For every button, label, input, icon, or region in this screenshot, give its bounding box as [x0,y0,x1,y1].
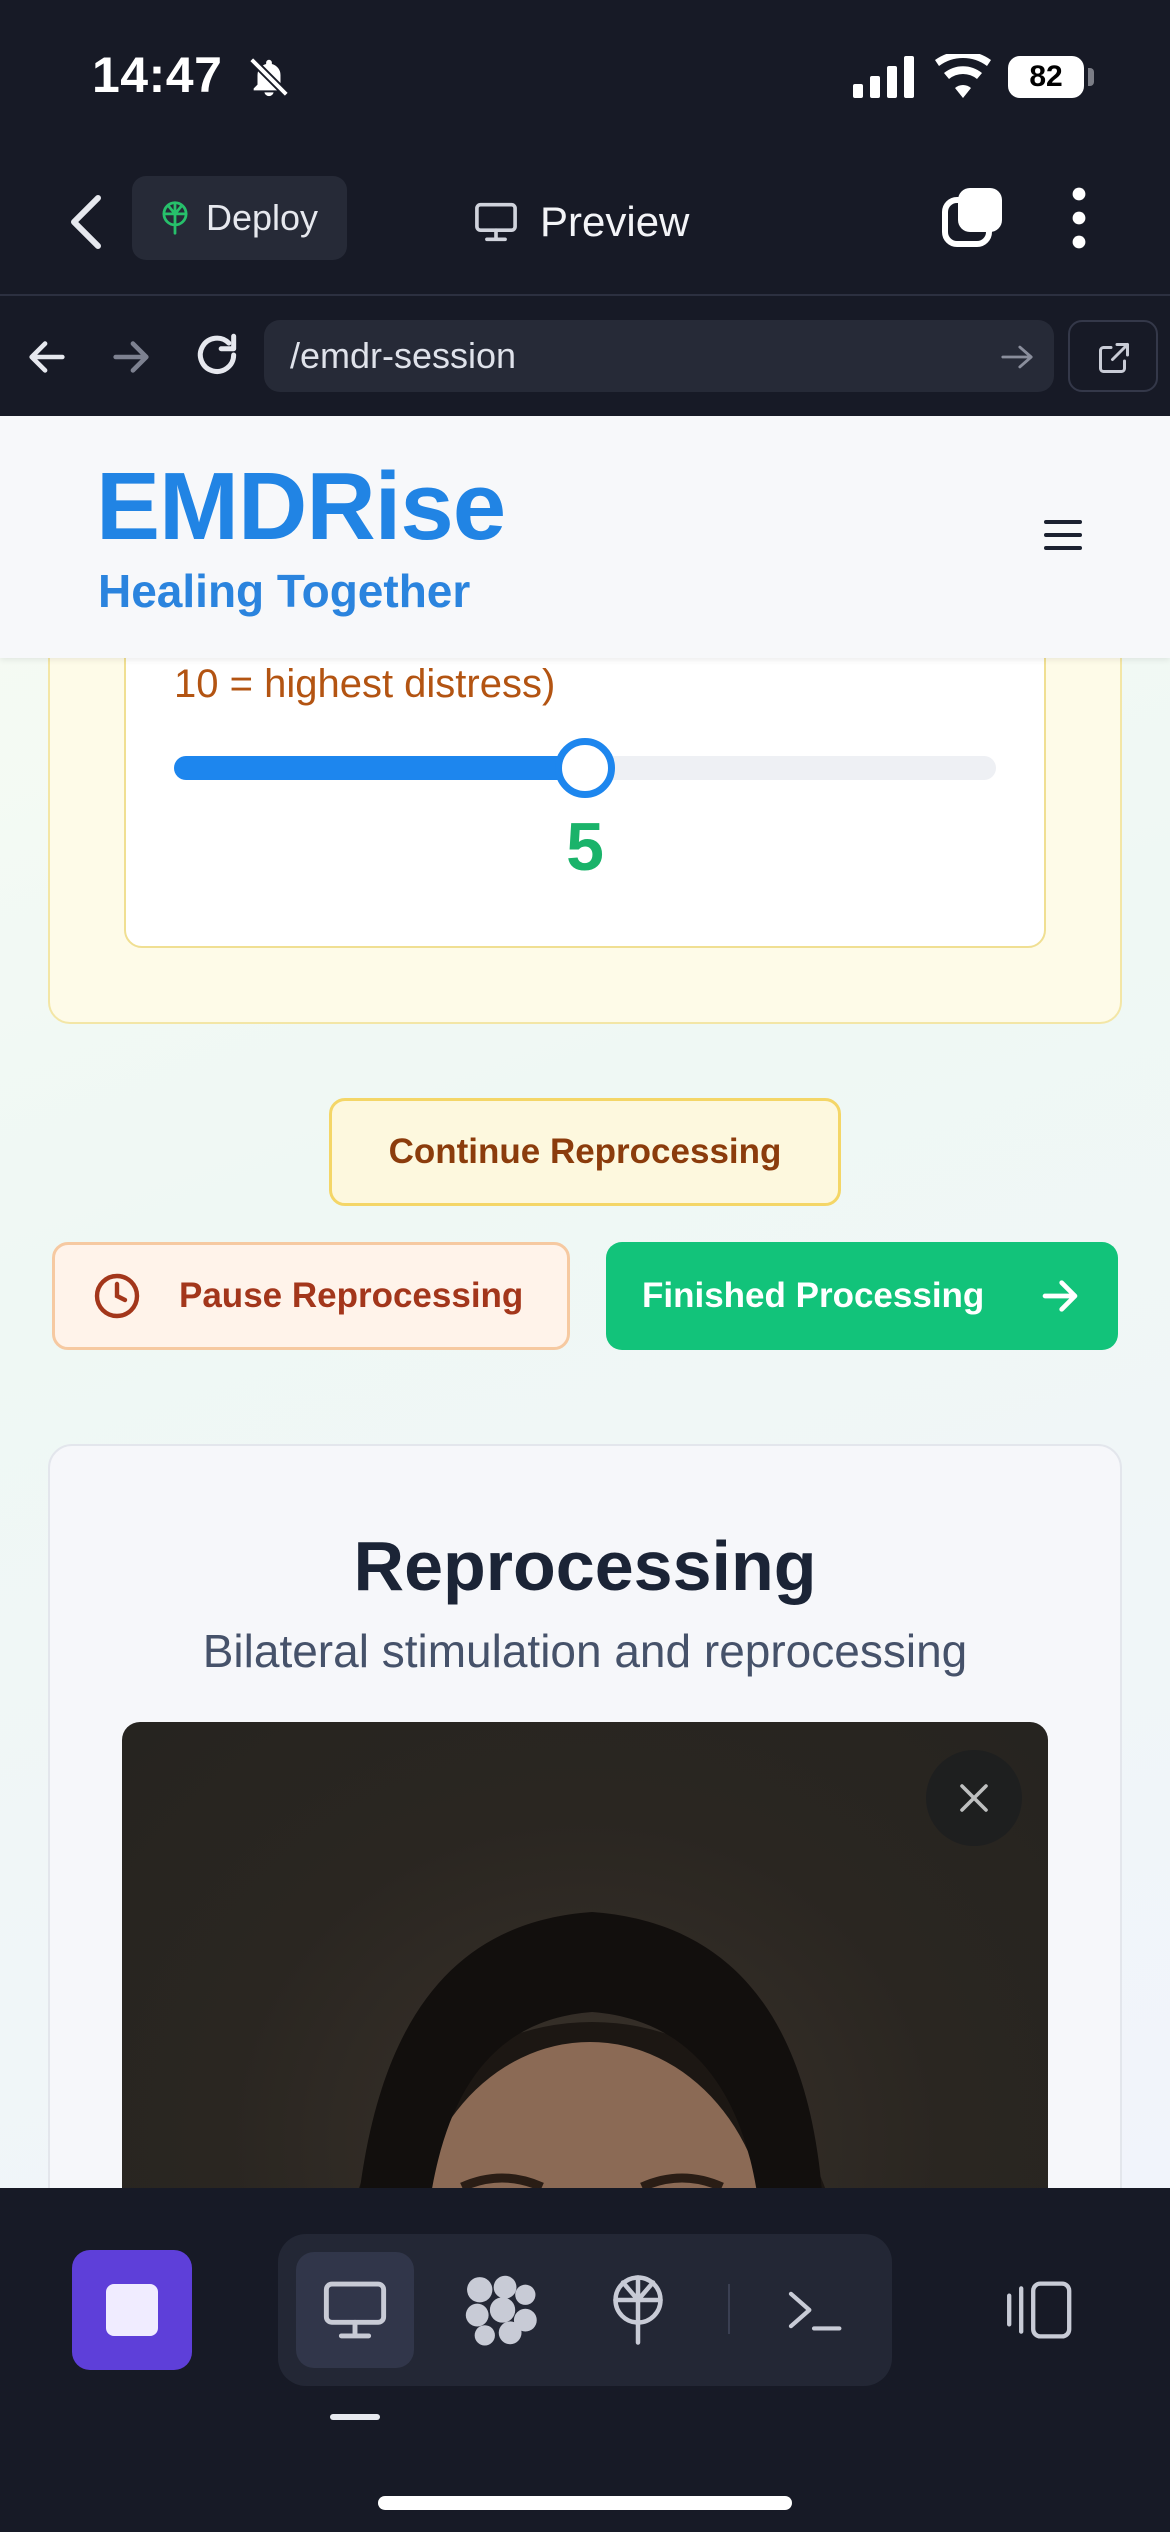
tabs-icon[interactable] [942,186,1004,248]
close-video-button[interactable] [926,1750,1022,1846]
distress-value: 5 [566,809,604,885]
reprocessing-title: Reprocessing [353,1527,817,1605]
workspace-bottom-bar [0,2188,1170,2532]
active-tool-indicator [330,2414,380,2420]
arrow-left-icon[interactable] [24,334,70,380]
signal-icon [853,56,914,98]
finish-label: Finished Processing [642,1276,985,1315]
distress-slider[interactable] [174,738,996,798]
hamburger-icon[interactable] [1044,520,1082,550]
preview-label: Preview [540,198,690,245]
stop-button[interactable] [72,2250,192,2370]
finished-processing-button[interactable]: Finished Processing [606,1242,1118,1350]
close-icon [960,1784,988,1812]
site-logo[interactable]: EMDRise [96,452,506,562]
battery-indicator: 82 [1008,56,1084,98]
reload-icon[interactable] [192,330,242,380]
url-input[interactable]: /emdr-session [264,320,1054,392]
deploy-icon [162,201,188,235]
go-arrow-icon[interactable] [1000,344,1034,370]
slider-thumb[interactable] [555,738,615,798]
distress-scale-label: 10 = highest distress) [174,662,556,706]
deploy-icon[interactable] [608,2274,668,2346]
packages-icon[interactable] [462,2274,538,2346]
tool-switcher [278,2234,892,2386]
tool-separator [728,2284,730,2334]
site-tagline: Healing Together [98,565,471,617]
back-icon[interactable] [62,192,106,252]
url-bar: /emdr-session [0,296,1170,416]
arrow-right-icon [1042,1280,1078,1312]
bell-off-icon [249,57,289,97]
open-external-button[interactable] [1068,320,1158,392]
terminal-icon[interactable] [784,2284,844,2336]
reprocessing-subtitle: Bilateral stimulation and reprocessing [202,1625,968,1677]
workspace-top-bar: Deploy Preview [0,150,1170,296]
monitor-icon [475,202,517,242]
status-bar: 14:47 82 [0,0,1170,150]
more-icon[interactable] [1064,186,1094,250]
preview-tab-title: Preview [474,190,689,254]
participant-video [358,1912,826,2188]
web-preview: 10 = highest distress) 5 Continue Reproc… [0,416,1170,2188]
deploy-label: Deploy [206,197,319,238]
home-indicator [378,2496,792,2510]
site-header: EMDRise Healing Together [0,416,1170,658]
pause-label: Pause Reprocessing [179,1276,524,1315]
monitor-icon[interactable] [322,2280,388,2340]
battery-cap [1088,68,1094,86]
video-feed [122,1722,1048,2188]
stop-icon [106,2284,158,2336]
arrow-right-icon[interactable] [108,334,154,380]
panel-icon[interactable] [1002,2278,1074,2342]
deploy-button[interactable]: Deploy [132,176,347,260]
wifi-icon [935,54,991,98]
slider-fill [174,756,585,780]
status-time: 14:47 [92,47,223,103]
continue-reprocessing-button[interactable]: Continue Reprocessing [329,1098,841,1206]
pause-reprocessing-button[interactable]: Pause Reprocessing [52,1242,570,1350]
clock-icon [94,1273,140,1319]
open-external-icon [1099,343,1129,373]
